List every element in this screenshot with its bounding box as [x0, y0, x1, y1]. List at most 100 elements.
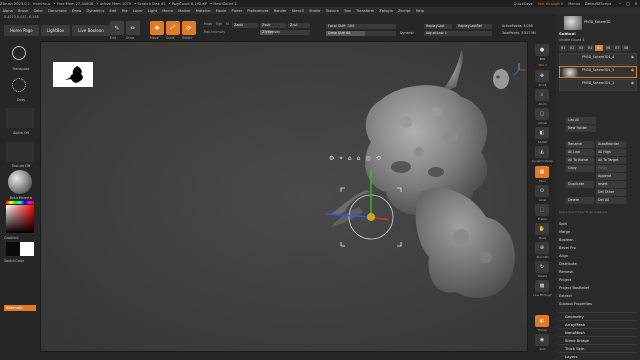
local-button[interactable]: ⊙: [535, 185, 549, 197]
quicksave-button[interactable]: QuickSave: [514, 2, 533, 6]
dots-stroke-icon[interactable]: [12, 78, 26, 92]
aahalf-button[interactable]: ◧: [535, 127, 549, 139]
all-to-target-button[interactable]: All To Target: [596, 157, 626, 164]
menu-item[interactable]: Tool: [344, 9, 351, 13]
default-script-button[interactable]: DefaultZScript: [585, 2, 611, 6]
transp-button[interactable]: ◐: [535, 315, 549, 327]
draw-button[interactable]: ✏: [126, 21, 140, 35]
transpose-icon[interactable]: [12, 46, 26, 60]
see-through-slider[interactable]: See-through 0: [538, 2, 564, 6]
gear-icon[interactable]: ⚙: [329, 155, 334, 163]
new-folder-button[interactable]: New Folder: [566, 125, 596, 132]
all-to-home-button[interactable]: All To Home: [566, 157, 594, 164]
alpha-slot[interactable]: [6, 108, 34, 128]
menu-item[interactable]: File: [122, 9, 128, 13]
menu-item[interactable]: Preferences: [247, 9, 268, 13]
bpr-button[interactable]: ●: [535, 44, 549, 56]
menu-item[interactable]: Layer: [133, 9, 143, 13]
vtab-7[interactable]: V7: [613, 45, 621, 51]
distribute-menu[interactable]: Distribute: [559, 262, 577, 266]
texture-slot[interactable]: [6, 142, 34, 162]
minimize-icon[interactable]: –: [616, 0, 624, 7]
lightbox-button[interactable]: LightBox: [40, 25, 71, 36]
draw-size-slider[interactable]: Draw Size 64: [326, 31, 396, 36]
menu-item[interactable]: Marker: [178, 9, 190, 13]
slime-bridge-section[interactable]: Slime Bridge: [559, 336, 637, 344]
menu-item[interactable]: Help: [416, 9, 424, 13]
paste-button[interactable]: Paste: [596, 165, 626, 172]
arraymesh-section[interactable]: ArrayMesh: [559, 320, 637, 328]
color-picker[interactable]: [6, 205, 34, 233]
extract-menu[interactable]: Extract: [559, 294, 572, 298]
append-button[interactable]: Append: [596, 173, 626, 180]
list-all-button[interactable]: List All: [566, 117, 596, 124]
menu-item[interactable]: Material: [196, 9, 211, 13]
all-high-button[interactable]: All High: [596, 149, 626, 156]
vtab-1[interactable]: V1: [559, 45, 567, 51]
tool-thumb-sphere[interactable]: [564, 16, 582, 30]
boolean-menu[interactable]: Boolean: [559, 238, 574, 242]
move-view-button[interactable]: ✋: [535, 223, 549, 235]
geometry-section[interactable]: Geometry: [559, 312, 637, 320]
polyf-button[interactable]: ▩: [535, 280, 549, 292]
secondary-color-swatch[interactable]: [20, 242, 34, 256]
copy-button[interactable]: Copy: [566, 165, 594, 172]
zcut-button[interactable]: Zcut: [288, 23, 310, 28]
z-intensity-slider[interactable]: Z Intensity: [260, 30, 310, 35]
subtool-item[interactable]: PM3D_Sphere3D1_3 ◉: [559, 79, 637, 91]
vtab-4[interactable]: V4: [586, 45, 594, 51]
rename-button[interactable]: Rename: [566, 141, 594, 148]
replay-last-rel-button[interactable]: ReplayLastRel: [456, 24, 492, 29]
scale-button[interactable]: ⤢: [166, 21, 180, 35]
thick-skin-section[interactable]: Thick Skin: [559, 344, 637, 352]
pin-icon[interactable]: ⌖: [339, 155, 342, 163]
menu-item[interactable]: Zscript: [398, 9, 410, 13]
menu-item[interactable]: Dynamics: [87, 9, 105, 13]
menu-item[interactable]: Render: [274, 9, 287, 13]
solo-button[interactable]: ◉: [535, 334, 549, 346]
floor-button[interactable]: ▦: [535, 166, 549, 178]
delete-button[interactable]: Delete: [566, 197, 594, 204]
menu-item[interactable]: Picker: [232, 9, 243, 13]
adjust-last-slider[interactable]: AdjustLast 1: [424, 31, 492, 36]
menu-item[interactable]: Movie: [216, 9, 227, 13]
menu-item[interactable]: Draw: [72, 9, 81, 13]
main-color-swatch[interactable]: [6, 242, 20, 256]
close-icon[interactable]: ×: [632, 0, 640, 7]
subtool-title[interactable]: Subtool: [559, 31, 576, 36]
auto-reorder-button[interactable]: AutoReorder: [596, 141, 626, 148]
move-button[interactable]: ✥: [150, 21, 164, 35]
menu-item[interactable]: Stencil: [292, 9, 304, 13]
scroll-button[interactable]: ✥: [535, 70, 549, 82]
menu-item[interactable]: Zplugin: [379, 9, 393, 13]
m-toggle[interactable]: M: [226, 22, 229, 26]
menu-item[interactable]: Color: [34, 9, 43, 13]
frame-button[interactable]: ⬚: [535, 204, 549, 216]
menu-item[interactable]: Texture: [326, 9, 339, 13]
dynamic-toggle[interactable]: Dynamic: [400, 31, 414, 35]
material-sphere-icon[interactable]: [8, 170, 32, 194]
edit-button[interactable]: ✎: [110, 21, 124, 35]
subtool-properties-menu[interactable]: Subtool Properties: [559, 302, 592, 306]
vtab-5[interactable]: V5: [595, 45, 603, 51]
home-icon[interactable]: ⌂: [357, 155, 361, 163]
duplicate-button[interactable]: Duplicate: [566, 181, 594, 188]
vtab-3[interactable]: V3: [577, 45, 585, 51]
subtool-item-selected[interactable]: PM3D_Sphere3D1_5 ◉: [559, 66, 637, 78]
all-low-button[interactable]: All Low: [566, 149, 594, 156]
nanomesh-section[interactable]: NanoMesh: [559, 328, 637, 336]
menu-item[interactable]: Edit: [109, 9, 116, 13]
menu-item[interactable]: Brush: [18, 9, 28, 13]
project-menu[interactable]: Project: [559, 278, 571, 282]
menu-item[interactable]: Transform: [356, 9, 374, 13]
vtab-6[interactable]: V6: [604, 45, 612, 51]
menu-item[interactable]: Macro: [162, 9, 173, 13]
zoom-button[interactable]: ⌕: [535, 89, 549, 101]
vtab-2[interactable]: V2: [568, 45, 576, 51]
menus-button[interactable]: Menus: [568, 2, 580, 6]
split-menu[interactable]: Split: [559, 222, 567, 226]
menu-item[interactable]: Document: [48, 9, 67, 13]
visible-count[interactable]: Visible Count 4: [559, 38, 584, 42]
del-all-button[interactable]: Del All: [596, 197, 626, 204]
maximize-icon[interactable]: □: [624, 0, 632, 7]
